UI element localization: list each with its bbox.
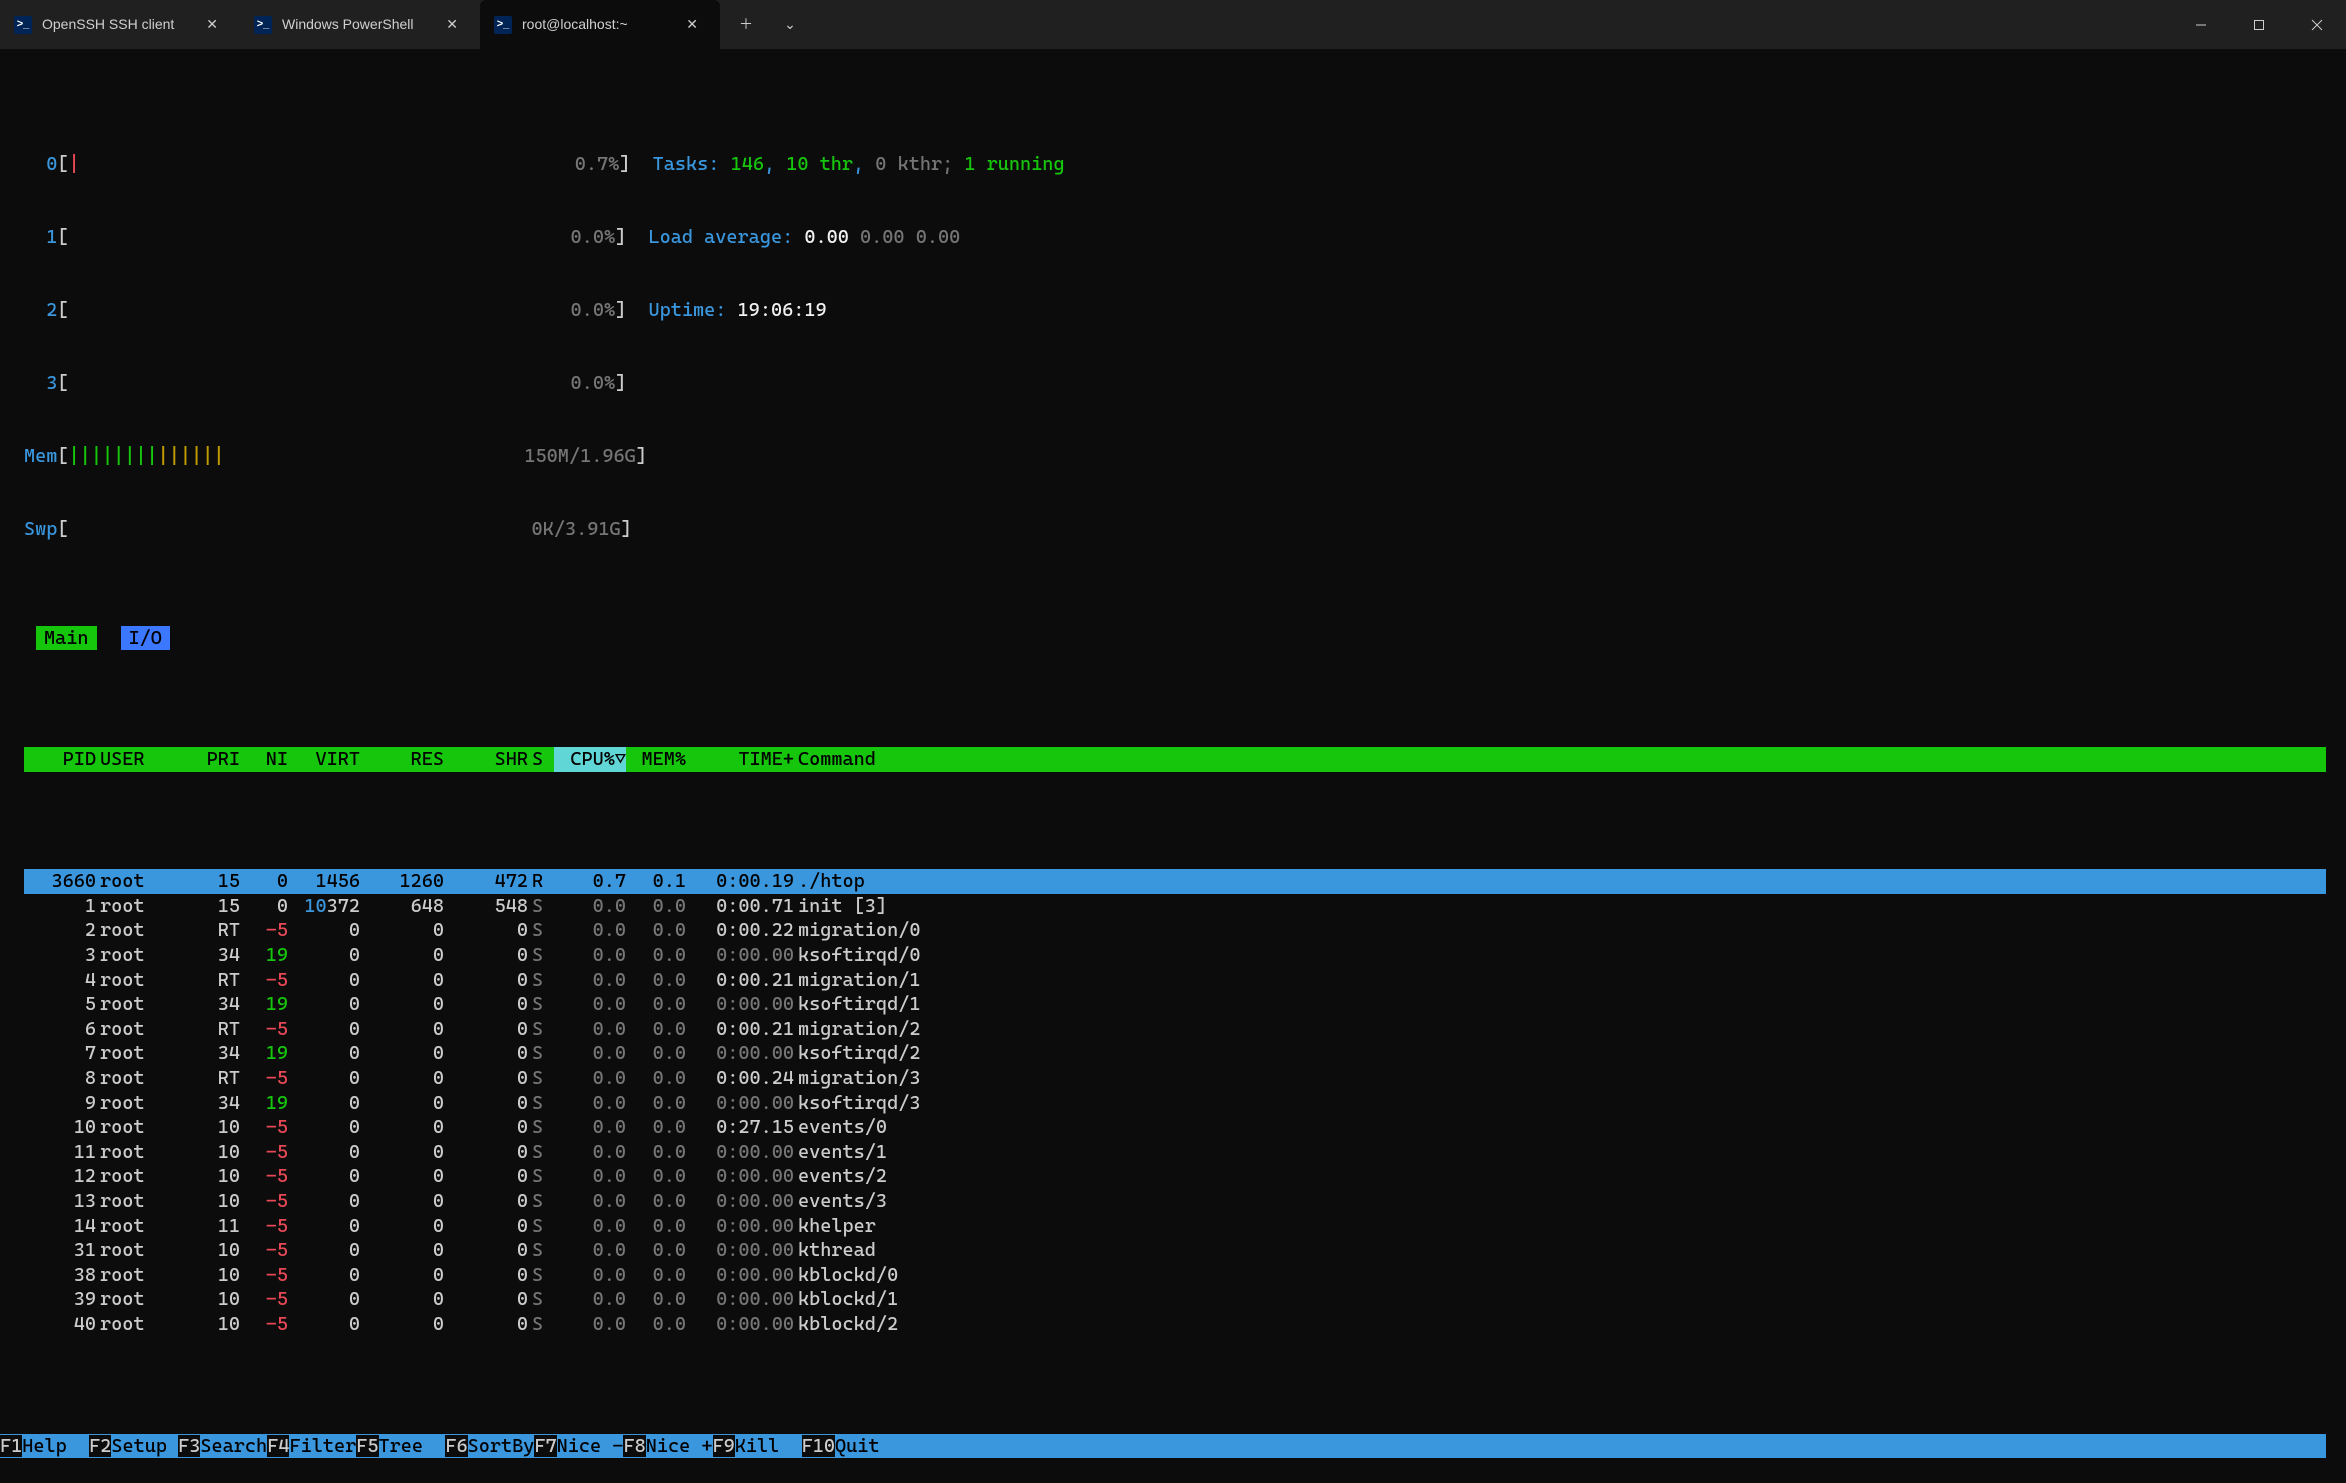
tab-powershell[interactable]: >_ Windows PowerShell ✕ xyxy=(240,0,480,49)
col-virt[interactable]: VIRT xyxy=(288,747,360,772)
col-time[interactable]: TIME+ xyxy=(686,747,794,772)
tab-openssh[interactable]: >_ OpenSSH SSH client ✕ xyxy=(0,0,240,49)
footer-key[interactable]: F10Quit xyxy=(802,1434,902,1459)
window-controls xyxy=(2172,0,2346,49)
process-row[interactable]: 12root10-5000S0.00.00:00.00events/2 xyxy=(24,1164,2326,1189)
process-row[interactable]: 2rootRT-5000S0.00.00:00.22migration/0 xyxy=(24,918,2326,943)
col-res[interactable]: RES xyxy=(360,747,444,772)
close-icon[interactable]: ✕ xyxy=(678,12,706,38)
mem-meter: Mem xyxy=(24,444,57,468)
close-icon[interactable]: ✕ xyxy=(438,12,466,38)
htop-tab-main[interactable]: Main xyxy=(36,626,97,650)
window-titlebar: >_ OpenSSH SSH client ✕ >_ Windows Power… xyxy=(0,0,2346,49)
cpu-meter-1: 1 xyxy=(24,225,57,249)
process-row[interactable]: 38root10-5000S0.00.00:00.00kblockd/0 xyxy=(24,1263,2326,1288)
footer-key[interactable]: F3Search xyxy=(178,1434,267,1459)
footer-key[interactable]: F1Help xyxy=(0,1434,89,1459)
process-row[interactable]: 40root10-5000S0.00.00:00.00kblockd/2 xyxy=(24,1312,2326,1337)
swap-meter: Swp xyxy=(24,517,57,541)
powershell-icon: >_ xyxy=(14,16,32,34)
col-shr[interactable]: SHR xyxy=(444,747,528,772)
tasks-label: Tasks: xyxy=(653,152,731,176)
powershell-icon: >_ xyxy=(254,16,272,34)
powershell-icon: >_ xyxy=(494,16,512,34)
terminal-output[interactable]: 0[|0.7%] Tasks: 146, 10 thr, 0 kthr; 1 r… xyxy=(0,49,2346,1483)
footer-key[interactable]: F5Tree xyxy=(356,1434,445,1459)
process-row[interactable]: 1root15010372648548S0.00.00:00.71init [3… xyxy=(24,894,2326,919)
process-list[interactable]: 3660root15014561260472R0.70.10:00.19./ht… xyxy=(24,869,2326,1336)
process-row[interactable]: 31root10-5000S0.00.00:00.00kthread xyxy=(24,1238,2326,1263)
process-row[interactable]: 3root3419000S0.00.00:00.00ksoftirqd/0 xyxy=(24,943,2326,968)
maximize-button[interactable] xyxy=(2230,0,2288,49)
col-command[interactable]: Command xyxy=(794,747,2326,772)
tab-root-localhost[interactable]: >_ root@localhost:~ ✕ xyxy=(480,0,720,49)
tab-label: Windows PowerShell xyxy=(282,16,428,34)
col-state[interactable]: S xyxy=(530,747,554,772)
cpu-meter-3: 3 xyxy=(24,371,57,395)
process-row[interactable]: 14root11-5000S0.00.00:00.00khelper xyxy=(24,1214,2326,1239)
footer-key[interactable]: F4Filter xyxy=(267,1434,356,1459)
footer-key[interactable]: F8Nice + xyxy=(623,1434,712,1459)
process-row[interactable]: 6rootRT-5000S0.00.00:00.21migration/2 xyxy=(24,1017,2326,1042)
footer-key[interactable]: F9Kill xyxy=(713,1434,802,1459)
tab-actions: ＋ ⌄ xyxy=(720,0,810,49)
tab-dropdown-button[interactable]: ⌄ xyxy=(770,0,810,49)
htop-footer[interactable]: F1Help F2Setup F3SearchF4FilterF5Tree F6… xyxy=(0,1434,2326,1459)
footer-key[interactable]: F6SortBy xyxy=(445,1434,534,1459)
process-row[interactable]: 4rootRT-5000S0.00.00:00.21migration/1 xyxy=(24,968,2326,993)
close-icon[interactable]: ✕ xyxy=(198,12,226,38)
uptime-label: Uptime: xyxy=(648,298,737,322)
process-row[interactable]: 8rootRT-5000S0.00.00:00.24migration/3 xyxy=(24,1066,2326,1091)
cpu-meter-2: 2 xyxy=(24,298,57,322)
process-header-row[interactable]: PID USER PRI NI VIRT RES SHR S CPU%▽ MEM… xyxy=(24,747,2326,772)
process-row[interactable]: 39root10-5000S0.00.00:00.00kblockd/1 xyxy=(24,1287,2326,1312)
col-user[interactable]: USER xyxy=(96,747,168,772)
process-row[interactable]: 10root10-5000S0.00.00:27.15events/0 xyxy=(24,1115,2326,1140)
footer-key[interactable]: F2Setup xyxy=(89,1434,178,1459)
process-row[interactable]: 7root3419000S0.00.00:00.00ksoftirqd/2 xyxy=(24,1041,2326,1066)
process-row[interactable]: 3660root15014561260472R0.70.10:00.19./ht… xyxy=(24,869,2326,894)
loadavg-label: Load average: xyxy=(648,225,804,249)
minimize-button[interactable] xyxy=(2172,0,2230,49)
swap-text: 0K/3.91G xyxy=(532,517,621,541)
process-row[interactable]: 9root3419000S0.00.00:00.00ksoftirqd/3 xyxy=(24,1091,2326,1116)
cpu-meter-0: 0 xyxy=(24,152,57,176)
tab-label: OpenSSH SSH client xyxy=(42,16,188,34)
mem-text: 150M/1.96G xyxy=(524,444,635,468)
col-pri[interactable]: PRI xyxy=(168,747,240,772)
process-row[interactable]: 11root10-5000S0.00.00:00.00events/1 xyxy=(24,1140,2326,1165)
footer-key[interactable]: F7Nice - xyxy=(534,1434,623,1459)
new-tab-button[interactable]: ＋ xyxy=(726,0,766,49)
col-cpu[interactable]: CPU%▽ xyxy=(554,747,626,772)
col-ni[interactable]: NI xyxy=(240,747,288,772)
process-row[interactable]: 5root3419000S0.00.00:00.00ksoftirqd/1 xyxy=(24,992,2326,1017)
col-mem[interactable]: MEM% xyxy=(626,747,686,772)
close-window-button[interactable] xyxy=(2288,0,2346,49)
process-row[interactable]: 13root10-5000S0.00.00:00.00events/3 xyxy=(24,1189,2326,1214)
htop-tab-io[interactable]: I/O xyxy=(121,626,170,650)
col-pid[interactable]: PID xyxy=(24,747,96,772)
tab-label: root@localhost:~ xyxy=(522,16,668,34)
